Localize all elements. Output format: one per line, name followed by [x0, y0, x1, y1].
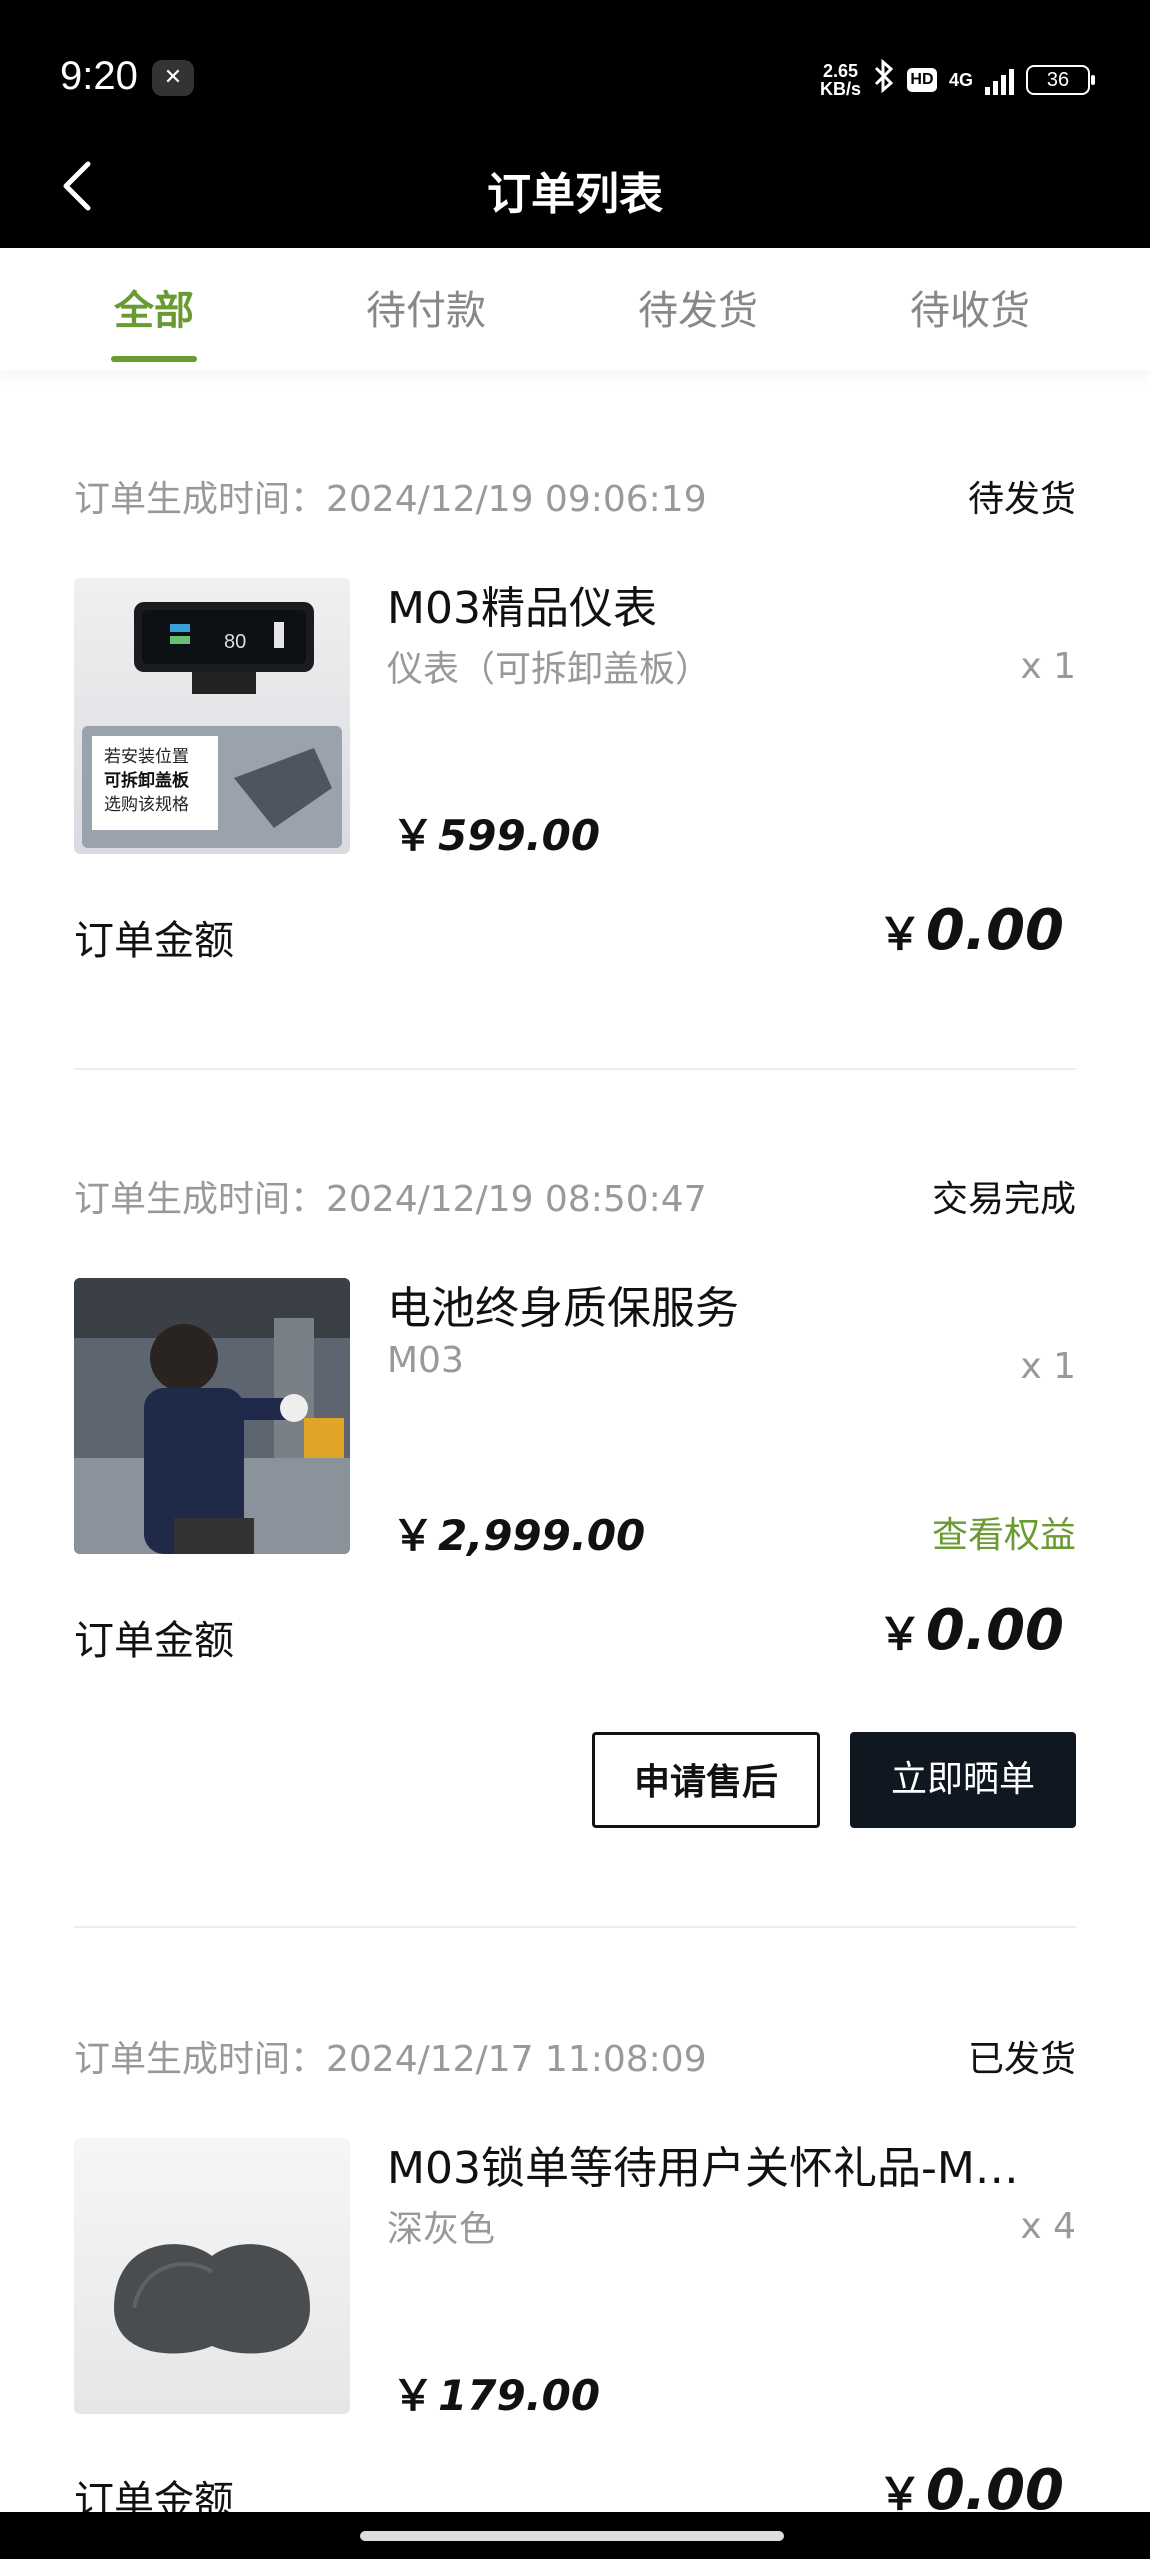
product-spec: 仪表（可拆卸盖板） — [387, 649, 712, 690]
currency-symbol: ￥ — [392, 811, 435, 860]
product-name: 电池终身质保服务 — [387, 1283, 739, 1334]
order-total-amount: ￥0.00 — [878, 898, 1064, 963]
share-review-button[interactable]: 立即晒单 — [850, 1732, 1076, 1828]
product-name: M03锁单等待用户关怀礼品-M… — [387, 2143, 1019, 2194]
product-quantity: x 4 — [1020, 2206, 1076, 2247]
network-speed-value: 2.65 — [822, 61, 858, 81]
product-quantity: x 1 — [1020, 1346, 1076, 1387]
product-price: ￥179.00 — [392, 2362, 600, 2423]
product-price: ￥2,999.00 — [392, 1502, 645, 1563]
battery-icon: 36 — [1026, 65, 1095, 95]
order-divider — [74, 1068, 1076, 1070]
product-quantity: x 1 — [1020, 646, 1076, 687]
order-total-amount: ￥0.00 — [878, 1598, 1064, 1663]
order-time: 订单生成时间：2024/12/19 08:50:47 — [74, 1179, 707, 1220]
product-spec: 深灰色 — [387, 2209, 496, 2250]
currency-symbol: ￥ — [877, 1609, 922, 1660]
total-value: 0.00 — [925, 898, 1064, 963]
product-image[interactable] — [74, 2138, 350, 2414]
after-sales-button[interactable]: 申请售后 — [592, 1732, 820, 1828]
order-total-label: 订单金额 — [74, 918, 234, 964]
tab-pending-shipment[interactable]: 待发货 — [598, 278, 798, 336]
home-indicator[interactable] — [360, 2531, 784, 2541]
hd-icon: HD — [906, 68, 937, 92]
price-value: 179.00 — [438, 2371, 601, 2420]
price-value: 2,999.00 — [438, 1511, 646, 1560]
product-spec: M03 — [387, 1340, 464, 1381]
tab-pending-receipt[interactable]: 待收货 — [870, 278, 1070, 336]
order-status: 待发货 — [967, 479, 1076, 520]
network-speed-unit: KB/s — [819, 79, 861, 99]
order-card[interactable]: 订单生成时间：2024/12/17 11:08:09 已发货 M03锁单等待用户… — [74, 2030, 1076, 2524]
signal-icon — [985, 65, 1014, 95]
order-time: 订单生成时间：2024/12/19 09:06:19 — [74, 479, 707, 520]
currency-symbol: ￥ — [877, 909, 922, 960]
currency-symbol: ￥ — [392, 2371, 435, 2420]
status-time: 9:20 — [60, 54, 138, 98]
product-image[interactable]: 80 若安装位置 可拆卸盖板 选购该规格 — [74, 578, 350, 854]
order-status: 已发货 — [967, 2039, 1076, 2080]
bluetooth-icon — [873, 58, 895, 101]
order-card[interactable]: 订单生成时间：2024/12/19 08:50:47 交易完成 电池终身质保服务… — [74, 1170, 1076, 1830]
total-value: 0.00 — [925, 1598, 1064, 1663]
order-total-label: 订单金额 — [74, 1618, 234, 1664]
image-caption-line2: 可拆卸盖板 — [104, 770, 190, 791]
shuffle-icon: ✕ — [152, 60, 194, 96]
status-indicators: 2.65 KB/s HD 4G 36 — [820, 58, 1095, 102]
price-value: 599.00 — [438, 811, 601, 860]
network-type: 4G — [948, 70, 973, 90]
image-caption-line1: 若安装位置 — [104, 747, 189, 767]
tab-all[interactable]: 全部 — [54, 278, 254, 336]
image-caption-line3: 选购该规格 — [104, 795, 189, 815]
product-name: M03精品仪表 — [387, 583, 657, 634]
order-status: 交易完成 — [931, 1179, 1076, 1220]
order-card[interactable]: 订单生成时间：2024/12/19 09:06:19 待发货 80 若安装位置 … — [74, 470, 1076, 1000]
product-price: ￥599.00 — [392, 802, 600, 863]
order-tabs: 全部 待付款 待发货 待收货 — [0, 248, 1150, 370]
currency-symbol: ￥ — [392, 1511, 435, 1560]
view-benefits-link[interactable]: 查看权益 — [932, 1506, 1076, 1558]
display-value: 80 — [224, 631, 246, 653]
tab-pending-payment[interactable]: 待付款 — [326, 278, 526, 336]
page-title: 订单列表 — [487, 169, 663, 220]
order-divider — [74, 1926, 1076, 1928]
product-image[interactable] — [74, 1278, 350, 1554]
network-speed: 2.65 KB/s — [820, 62, 861, 98]
order-time: 订单生成时间：2024/12/17 11:08:09 — [74, 2039, 707, 2080]
active-tab-indicator — [111, 356, 197, 362]
